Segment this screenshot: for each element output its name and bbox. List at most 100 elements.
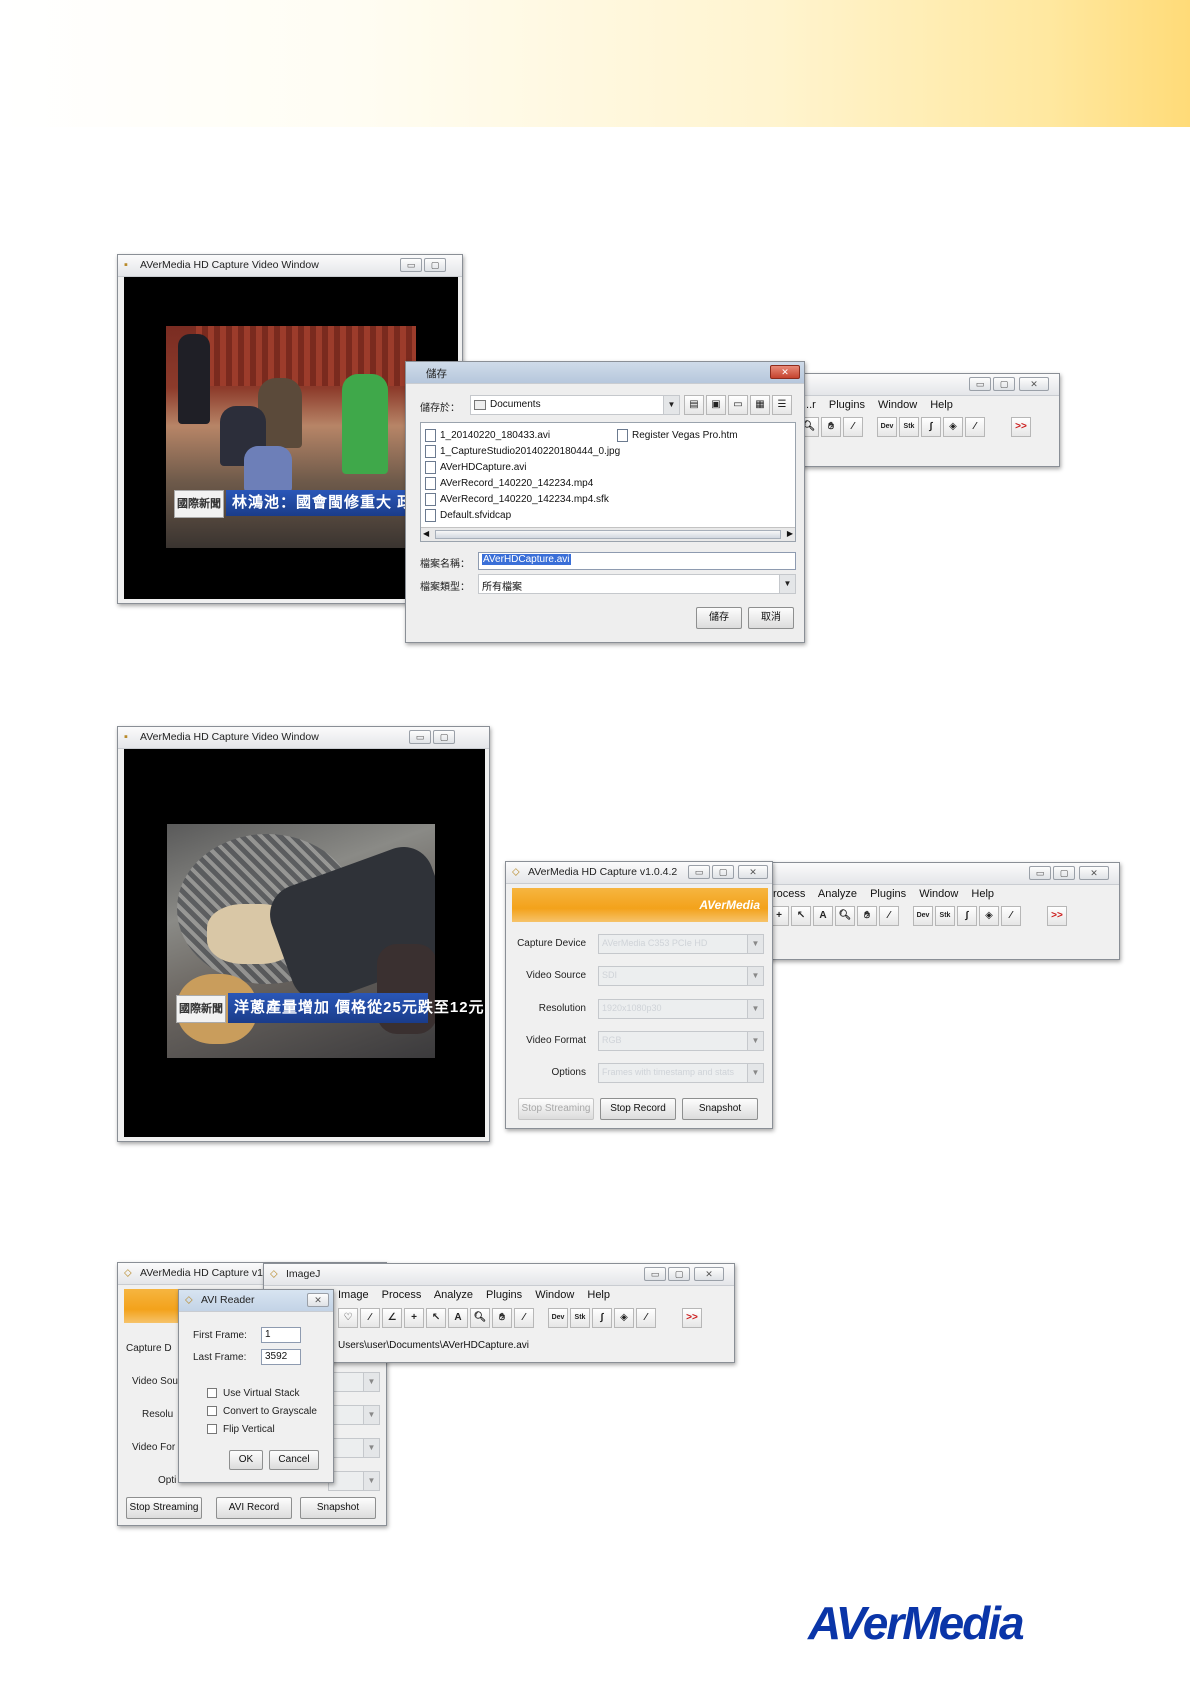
magnifier-icon[interactable]: 🔍︎	[470, 1308, 490, 1328]
minimize-button[interactable]: ▭	[400, 258, 422, 272]
capture-device-select[interactable]: AVerMedia C353 PCIe HD ▼	[598, 934, 764, 954]
stop-record-button[interactable]: Stop Record	[600, 1098, 676, 1120]
avi-record-button[interactable]: AVI Record	[216, 1497, 292, 1519]
video-source-select[interactable]: ▼	[328, 1372, 380, 1392]
stop-streaming-button[interactable]: Stop Streaming	[126, 1497, 202, 1519]
filename-input[interactable]: AVerHDCapture.avi	[478, 552, 796, 570]
menu-item-help[interactable]: Help	[587, 1289, 610, 1301]
titlebar[interactable]: ⬦ AVI Reader ✕	[179, 1290, 333, 1312]
details-view-icon[interactable]: ☰	[772, 395, 792, 415]
first-frame-input[interactable]: 1	[261, 1327, 301, 1343]
close-button[interactable]: ✕	[770, 365, 800, 379]
hand-icon[interactable]: ✋︎	[857, 906, 877, 926]
list-item[interactable]: 1_CaptureStudio20140220180444_0.jpg	[425, 443, 620, 459]
fill-icon[interactable]: ◈	[614, 1308, 634, 1328]
titlebar[interactable]: ⬦ ImageJ ▭ ▢ ✕	[264, 1264, 734, 1286]
horizontal-scrollbar[interactable]: ◀ ▶	[421, 527, 795, 541]
dev-tool-button[interactable]: Dev	[548, 1308, 568, 1328]
scroll-right-icon[interactable]: ▶	[787, 529, 793, 538]
close-button[interactable]: ✕	[1079, 866, 1109, 880]
titlebar[interactable]: ▭ ▢ ✕	[761, 863, 1119, 885]
dropper-icon[interactable]: ⁄	[843, 417, 863, 437]
cancel-button[interactable]: Cancel	[269, 1450, 319, 1470]
resolution-select[interactable]: ▼	[328, 1405, 380, 1425]
fill-icon[interactable]: ◈	[943, 417, 963, 437]
minimize-button[interactable]: ▭	[644, 1267, 666, 1281]
titlebar[interactable]: ⬦ AVerMedia HD Capture v1.0.4.2 ▭ ▢ ✕	[506, 862, 772, 884]
scroll-thumb[interactable]	[435, 530, 781, 539]
chevron-down-icon[interactable]: ▼	[363, 1472, 379, 1490]
use-virtual-stack-checkbox[interactable]: Use Virtual Stack	[207, 1384, 317, 1402]
video-source-select[interactable]: SDI ▼	[598, 966, 764, 986]
maximize-button[interactable]: ▢	[712, 865, 734, 879]
list-item[interactable]: AVerRecord_140220_142234.mp4	[425, 475, 620, 491]
stk-tool-button[interactable]: Stk	[899, 417, 919, 437]
options-select[interactable]: Frames with timestamp and stats ▼	[598, 1063, 764, 1083]
maximize-button[interactable]: ▢	[1053, 866, 1075, 880]
magnifier-icon[interactable]: 🔍︎	[835, 906, 855, 926]
last-frame-input[interactable]: 3592	[261, 1349, 301, 1365]
stk-tool-button[interactable]: Stk	[570, 1308, 590, 1328]
list-item[interactable]: 1_20140220_180433.avi	[425, 427, 620, 443]
dropper-icon[interactable]: ⁄	[879, 906, 899, 926]
maximize-button[interactable]: ▢	[993, 377, 1015, 391]
maximize-button[interactable]: ▢	[424, 258, 446, 272]
wand-icon[interactable]: ↖	[426, 1308, 446, 1328]
checkbox-box[interactable]	[207, 1406, 217, 1416]
dev-tool-button[interactable]: Dev	[877, 417, 897, 437]
video-format-select[interactable]: RGB ▼	[598, 1031, 764, 1051]
crosshair-icon[interactable]: +	[404, 1308, 424, 1328]
snapshot-button[interactable]: Snapshot	[300, 1497, 376, 1519]
titlebar[interactable]: 儲存 ✕	[406, 362, 804, 384]
menu-item[interactable]: Plugins	[870, 888, 906, 900]
menu-item[interactable]: rocess	[773, 888, 805, 900]
menu-item-process[interactable]: Process	[382, 1289, 422, 1301]
chevron-down-icon[interactable]: ▼	[747, 1064, 763, 1082]
new-folder-icon[interactable]: ▭	[728, 395, 748, 415]
ok-button[interactable]: OK	[229, 1450, 263, 1470]
brush-icon[interactable]: ∫	[957, 906, 977, 926]
pick-icon[interactable]: ⁄	[1001, 906, 1021, 926]
more-tools-button[interactable]: >>	[1011, 417, 1031, 437]
chevron-down-icon[interactable]: ▼	[779, 575, 795, 593]
menu-item-image[interactable]: Image	[338, 1289, 369, 1301]
cancel-button[interactable]: 取消	[748, 607, 794, 629]
titlebar[interactable]: ▭ ▢ ✕	[793, 374, 1059, 396]
minimize-button[interactable]: ▭	[1029, 866, 1051, 880]
line-icon[interactable]: ∕	[360, 1308, 380, 1328]
close-button[interactable]: ✕	[1019, 377, 1049, 391]
checkbox-box[interactable]	[207, 1388, 217, 1398]
options-select[interactable]: ▼	[328, 1471, 380, 1491]
snapshot-button[interactable]: Snapshot	[682, 1098, 758, 1120]
close-button[interactable]: ✕	[307, 1293, 329, 1307]
dev-tool-button[interactable]: Dev	[913, 906, 933, 926]
menu-item[interactable]: Analyze	[818, 888, 857, 900]
stk-tool-button[interactable]: Stk	[935, 906, 955, 926]
brush-icon[interactable]: ∫	[921, 417, 941, 437]
convert-grayscale-checkbox[interactable]: Convert to Grayscale	[207, 1402, 317, 1420]
video-format-select[interactable]: ▼	[328, 1438, 380, 1458]
close-button[interactable]: ✕	[694, 1267, 724, 1281]
maximize-button[interactable]: ▢	[668, 1267, 690, 1281]
chevron-down-icon[interactable]: ▼	[747, 935, 763, 953]
text-tool-icon[interactable]: A	[813, 906, 833, 926]
menu-item[interactable]: Window	[919, 888, 958, 900]
scroll-left-icon[interactable]: ◀	[423, 529, 429, 538]
list-item[interactable]: Default.sfvidcap	[425, 507, 620, 523]
menu-item[interactable]: Help	[930, 399, 953, 411]
text-tool-icon[interactable]: A	[448, 1308, 468, 1328]
wand-icon[interactable]: ↖	[791, 906, 811, 926]
list-item[interactable]: AVerHDCapture.avi	[425, 459, 620, 475]
pick-icon[interactable]: ⁄	[636, 1308, 656, 1328]
menu-item[interactable]: Plugins	[829, 399, 865, 411]
maximize-button[interactable]: ▢	[433, 730, 455, 744]
menu-item-plugins[interactable]: Plugins	[486, 1289, 522, 1301]
minimize-button[interactable]: ▭	[969, 377, 991, 391]
angle-icon[interactable]: ∠	[382, 1308, 402, 1328]
chevron-down-icon[interactable]: ▼	[747, 1032, 763, 1050]
pick-icon[interactable]: ⁄	[965, 417, 985, 437]
titlebar[interactable]: ▪ AVerMedia HD Capture Video Window ▭ ▢	[118, 255, 462, 277]
close-button[interactable]: ✕	[738, 865, 768, 879]
chevron-down-icon[interactable]: ▼	[747, 1000, 763, 1018]
filetype-combo[interactable]: 所有檔案 ▼	[478, 574, 796, 594]
